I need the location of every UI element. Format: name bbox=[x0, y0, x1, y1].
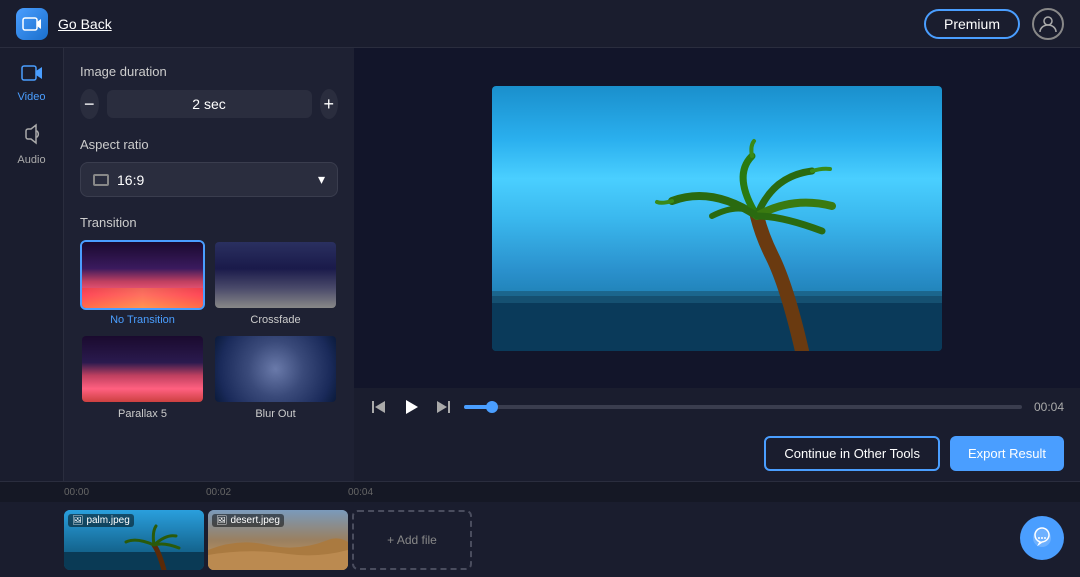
transition-grid: No Transition Crossfade Parallax 5 bbox=[80, 240, 338, 420]
video-container bbox=[492, 86, 942, 351]
file-icon-desert: 🖼 bbox=[216, 515, 227, 526]
duration-increase-button[interactable]: + bbox=[320, 89, 339, 119]
ruler-mark-0: 00:00 bbox=[64, 487, 89, 498]
aspect-ratio-label: Aspect ratio bbox=[80, 137, 338, 152]
aspect-ratio-left: 16:9 bbox=[93, 172, 144, 188]
transition-name-parallax5: Parallax 5 bbox=[80, 408, 205, 420]
add-file-button[interactable]: + Add file bbox=[352, 510, 472, 570]
duration-decrease-button[interactable]: − bbox=[80, 89, 99, 119]
account-icon[interactable] bbox=[1032, 8, 1064, 40]
transition-thumb-crossfade bbox=[213, 240, 338, 310]
timeline: 00:00 00:02 00:04 bbox=[0, 481, 1080, 576]
video-icon bbox=[21, 64, 43, 87]
sidebar-item-video[interactable]: Video bbox=[0, 56, 63, 111]
track-item-desert[interactable]: 🖼 desert.jpeg bbox=[208, 510, 348, 570]
aspect-ratio-value: 16:9 bbox=[117, 172, 144, 188]
track-label-palm: 🖼 palm.jpeg bbox=[68, 514, 134, 527]
duration-control: − + bbox=[80, 89, 338, 119]
sidebar-item-audio-label: Audio bbox=[17, 154, 45, 166]
action-buttons: Continue in Other Tools Export Result bbox=[354, 426, 1080, 481]
skip-to-end-button[interactable] bbox=[434, 398, 452, 416]
aspect-ratio-icon bbox=[93, 174, 109, 186]
transition-label: Transition bbox=[80, 215, 338, 230]
aspect-ratio-select[interactable]: 16:9 ▾ bbox=[80, 162, 338, 197]
time-display: 00:04 bbox=[1034, 400, 1064, 414]
app-icon bbox=[16, 8, 48, 40]
play-button[interactable] bbox=[400, 396, 422, 418]
export-result-button[interactable]: Export Result bbox=[950, 436, 1064, 471]
ruler-mark-4: 00:04 bbox=[348, 487, 373, 498]
right-area: 00:04 Continue in Other Tools Export Res… bbox=[354, 48, 1080, 481]
progress-bar[interactable] bbox=[464, 405, 1022, 409]
duration-input[interactable] bbox=[107, 90, 312, 118]
premium-button[interactable]: Premium bbox=[924, 9, 1020, 39]
sidebar-item-audio[interactable]: Audio bbox=[0, 115, 63, 174]
transition-thumb-parallax5 bbox=[80, 334, 205, 404]
ruler-mark-2: 00:02 bbox=[206, 487, 231, 498]
transition-name-no-transition: No Transition bbox=[80, 314, 205, 326]
sidebar-item-video-label: Video bbox=[18, 91, 46, 103]
header-right: Premium bbox=[924, 8, 1064, 40]
header-left: Go Back bbox=[16, 8, 112, 40]
transition-thumb-blur-out bbox=[213, 334, 338, 404]
track-filename-desert: desert.jpeg bbox=[230, 515, 279, 526]
left-panel: Image duration − + Aspect ratio 16:9 ▾ T… bbox=[64, 48, 354, 481]
go-back-link[interactable]: Go Back bbox=[58, 16, 112, 32]
transition-item-blur-out[interactable]: Blur Out bbox=[213, 334, 338, 420]
transition-name-crossfade: Crossfade bbox=[213, 314, 338, 326]
audio-icon bbox=[21, 123, 43, 150]
main-area: Video Audio Image duration − + Aspect ra… bbox=[0, 48, 1080, 481]
image-duration-label: Image duration bbox=[80, 64, 338, 79]
chevron-down-icon: ▾ bbox=[318, 171, 325, 188]
continue-in-other-tools-button[interactable]: Continue in Other Tools bbox=[764, 436, 940, 471]
progress-handle[interactable] bbox=[486, 401, 498, 413]
video-preview bbox=[354, 48, 1080, 388]
track-label-desert: 🖼 desert.jpeg bbox=[212, 514, 284, 527]
header: Go Back Premium bbox=[0, 0, 1080, 48]
transition-item-no-transition[interactable]: No Transition bbox=[80, 240, 205, 326]
chat-bubble[interactable] bbox=[1020, 516, 1064, 560]
transition-item-parallax5[interactable]: Parallax 5 bbox=[80, 334, 205, 420]
file-icon-palm: 🖼 bbox=[72, 515, 83, 526]
transition-thumb-no-transition bbox=[80, 240, 205, 310]
sidebar-icons: Video Audio bbox=[0, 48, 64, 481]
track-item-palm[interactable]: 🖼 palm.jpeg bbox=[64, 510, 204, 570]
transition-name-blur-out: Blur Out bbox=[213, 408, 338, 420]
timeline-tracks: 🖼 palm.jpeg bbox=[0, 502, 1080, 577]
track-filename-palm: palm.jpeg bbox=[86, 515, 129, 526]
video-image bbox=[492, 86, 942, 351]
skip-to-start-button[interactable] bbox=[370, 398, 388, 416]
transition-item-crossfade[interactable]: Crossfade bbox=[213, 240, 338, 326]
playback-controls: 00:04 bbox=[354, 388, 1080, 426]
timeline-ruler: 00:00 00:02 00:04 bbox=[0, 482, 1080, 502]
